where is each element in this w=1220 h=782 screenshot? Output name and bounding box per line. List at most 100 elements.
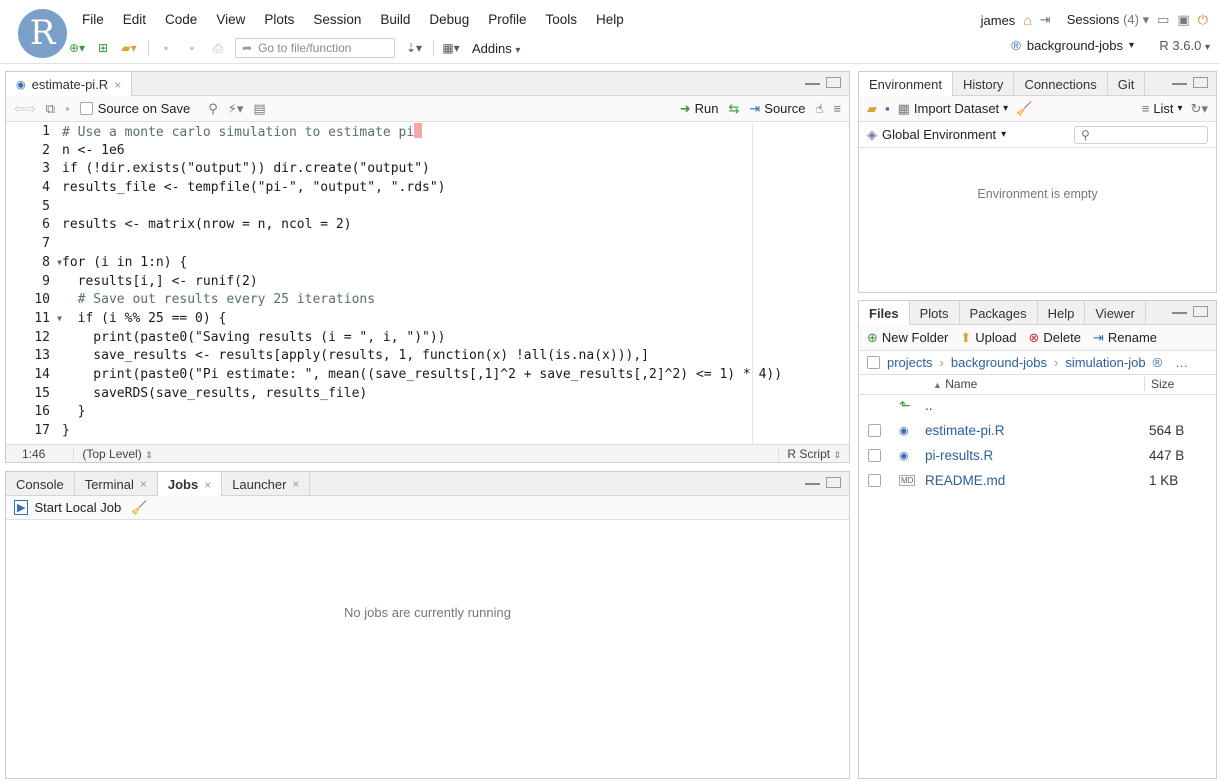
environment-search-input[interactable]: ⚲ [1074,125,1208,144]
menu-edit[interactable]: Edit [123,10,146,30]
tab-jobs[interactable]: Jobs × [157,472,223,497]
show-in-window-icon[interactable]: ⧉ [46,101,55,117]
size-header[interactable]: Size [1144,377,1174,391]
save-icon[interactable]: ▪ [65,101,70,116]
maximize-icon[interactable] [1193,306,1208,317]
code-line[interactable]: print(paste0("Pi estimate: ", mean((save… [62,366,849,385]
menu-debug[interactable]: Debug [429,10,469,30]
outline-icon[interactable]: ▤ [253,101,265,117]
menu-file[interactable]: File [82,10,104,30]
view-mode-menu[interactable]: ≡ List ▾ [1142,101,1183,116]
file-checkbox[interactable] [868,474,881,487]
maximize-icon[interactable] [826,77,841,88]
more-icon[interactable]: … [1175,355,1188,370]
sort-name-header[interactable]: ▲ Name [933,377,977,391]
save-icon[interactable]: ▪ [885,101,890,116]
tab-launcher[interactable]: Launcher × [222,472,311,496]
scope-selector[interactable]: (Top Level) ⇕ [73,446,153,461]
goto-file-input[interactable]: ➦ Go to file/function [235,38,395,58]
menu-view[interactable]: View [216,10,245,30]
tab-connections[interactable]: Connections [1014,72,1108,96]
back-icon[interactable]: ⇦⇨ [14,101,36,117]
code-line[interactable]: results[i,] <- runif(2) [62,273,849,292]
broom-icon[interactable]: 🧹 [131,500,147,516]
tab-viewer[interactable]: Viewer [1085,301,1146,325]
maximize-icon[interactable] [826,477,841,488]
addins-menu[interactable]: Addins ▾ [472,41,520,56]
maximize-icon[interactable] [1193,77,1208,88]
close-icon[interactable]: × [140,477,147,491]
code-line[interactable]: # Save out results every 25 iterations [62,291,849,310]
search-icon[interactable]: ⚲ [208,101,218,117]
open-folder-icon[interactable]: ▰ [867,101,877,117]
tab-packages[interactable]: Packages [960,301,1038,325]
file-row[interactable]: MD README.md 1 KB [859,468,1216,493]
tab-files[interactable]: Files [859,301,910,326]
r-version-menu[interactable]: R 3.6.0 ▾ [1159,38,1210,53]
open-file-icon[interactable]: ▰▾ [120,38,138,58]
menu-plots[interactable]: Plots [264,10,294,30]
tab-help[interactable]: Help [1038,301,1086,325]
refresh-icon[interactable]: ↻▾ [1191,101,1208,117]
breadcrumb-simulation-job[interactable]: simulation-job [1065,355,1145,370]
menu-code[interactable]: Code [165,10,197,30]
parent-label[interactable]: .. [925,398,933,413]
line-number-fold[interactable]: 8 ▼ [6,254,62,273]
minimize-icon[interactable] [1172,312,1187,317]
run-button[interactable]: ➜ Run [680,101,719,117]
code-line[interactable]: saveRDS(save_results, results_file) [62,385,849,404]
print-icon[interactable]: ⎙ [209,38,227,58]
minimize-icon[interactable] [805,483,820,488]
menu-help[interactable]: Help [596,10,624,30]
signout-icon[interactable]: ⇥ [1040,12,1051,28]
new-project-icon[interactable]: ⊞ [94,38,112,58]
tab-git[interactable]: Git [1108,72,1146,96]
power-icon[interactable]: ⏻ [1198,12,1208,28]
upload-button[interactable]: ⬆ Upload [960,330,1016,346]
minimize-icon[interactable] [1172,83,1187,88]
code-line[interactable]: results_file <- tempfile("pi-", "output"… [62,179,849,198]
stop-session-icon[interactable]: ▣ [1177,12,1189,28]
code-line[interactable]: save_results <- results[apply(results, 1… [62,347,849,366]
tab-terminal[interactable]: Terminal × [75,472,158,496]
new-file-icon[interactable]: ⊕▾ [68,38,86,58]
save-icon[interactable]: ▪ [157,38,175,58]
code-area[interactable]: # Use a monte carlo simulation to estima… [62,123,849,445]
save-all-icon[interactable]: ▪ [183,38,201,58]
sessions-menu[interactable]: Sessions (4) ▾ [1067,12,1149,28]
close-icon[interactable]: × [292,477,299,491]
tab-environment[interactable]: Environment [859,72,953,97]
import-dataset-menu[interactable]: ▦ Import Dataset ▾ [898,101,1009,117]
minimize-icon[interactable] [805,83,820,88]
file-name[interactable]: estimate-pi.R [925,423,1005,438]
new-window-icon[interactable]: ▭ [1157,12,1169,28]
line-number-fold[interactable]: 11 ▼ [6,310,62,329]
source-on-save-checkbox[interactable] [79,102,93,115]
code-line[interactable] [62,235,849,254]
code-line[interactable]: if (!dir.exists("output")) dir.create("o… [62,160,849,179]
file-type-selector[interactable]: R Script ⇕ [778,446,849,461]
select-all-checkbox[interactable] [867,356,880,369]
code-line[interactable]: # Use a monte carlo simulation to estima… [62,123,849,142]
code-editor[interactable]: 1 2 3 4 5 6 7 8 ▼ 9 10 11 ▼ 12 13 14 15 16… [6,123,849,445]
pane-layout-icon[interactable]: ▦▾ [442,38,460,58]
file-row[interactable]: ◉ pi-results.R 447 B [859,443,1216,468]
menu-session[interactable]: Session [313,10,361,30]
code-line[interactable]: n <- 1e6 [62,142,849,161]
parent-directory-row[interactable]: ⬑ .. [859,393,1216,418]
file-checkbox[interactable] [868,449,881,462]
code-line[interactable]: if (i %% 25 == 0) { [62,310,849,329]
document-outline-icon[interactable]: ≡ [833,101,841,116]
rerun-icon[interactable]: ⇆ [728,101,739,117]
code-line[interactable] [62,198,849,217]
rename-button[interactable]: ⇥ Rename [1093,330,1157,346]
file-name[interactable]: pi-results.R [925,448,993,463]
vcs-icon[interactable]: ⇣▾ [405,38,423,58]
broom-icon[interactable]: 🧹 [1016,101,1032,117]
menu-tools[interactable]: Tools [545,10,577,30]
delete-button[interactable]: ⊗ Delete [1028,330,1080,346]
file-name[interactable]: README.md [925,473,1005,488]
code-line[interactable]: } [62,403,849,422]
source-on-save-toggle[interactable]: Source on Save [79,101,190,116]
code-line[interactable]: print(paste0("Saving results (i = ", i, … [62,329,849,348]
